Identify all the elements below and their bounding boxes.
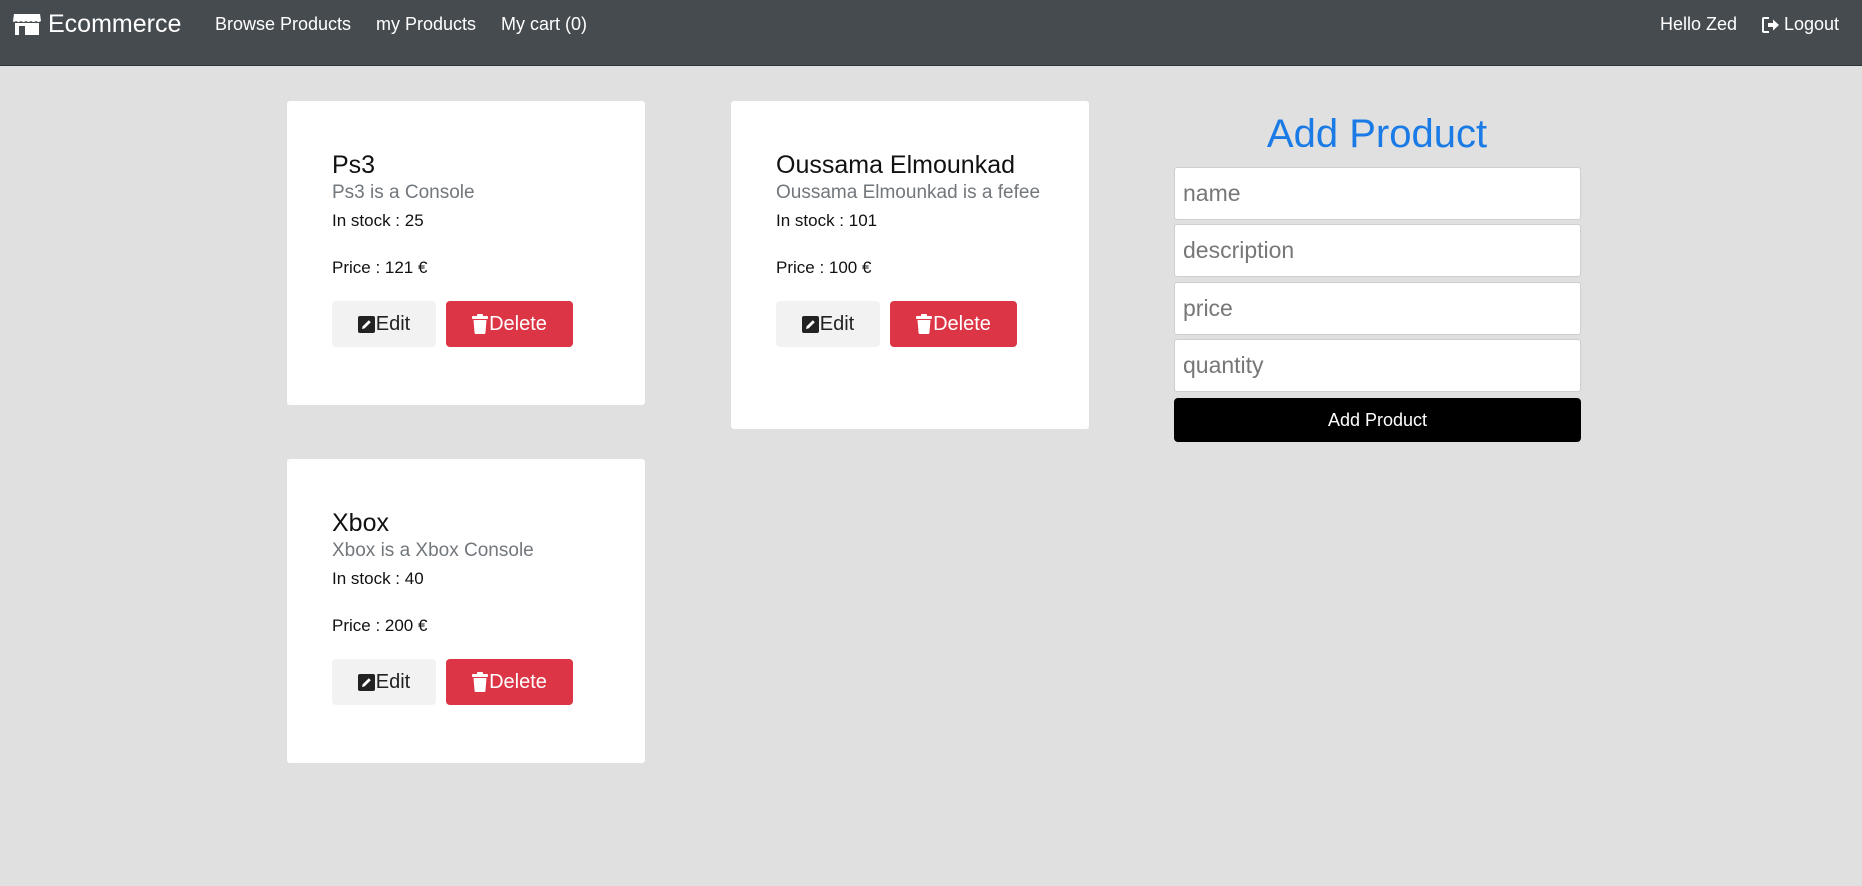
product-card: Ps3 Ps3 is a Console In stock : 25 Price… — [287, 101, 645, 405]
edit-icon — [357, 315, 376, 333]
brand-name: Ecommerce — [48, 9, 182, 38]
product-description: Ps3 is a Console — [332, 182, 475, 203]
store-icon — [12, 12, 42, 36]
nav-my-products[interactable]: my Products — [376, 14, 476, 35]
logout-link[interactable]: Logout — [1762, 14, 1839, 35]
product-card: Xbox Xbox is a Xbox Console In stock : 4… — [287, 459, 645, 763]
delete-label: Delete — [933, 312, 991, 335]
name-input[interactable] — [1174, 167, 1581, 220]
delete-button[interactable]: Delete — [446, 301, 573, 347]
product-card: Oussama Elmounkad Oussama Elmounkad is a… — [731, 101, 1089, 429]
delete-label: Delete — [489, 312, 547, 335]
user-greeting: Hello Zed — [1660, 14, 1738, 34]
product-price: Price : 200 € — [332, 616, 428, 635]
product-name: Oussama Elmounkad — [776, 151, 1016, 179]
edit-label: Edit — [819, 312, 855, 335]
delete-label: Delete — [489, 670, 547, 693]
edit-button[interactable]: Edit — [332, 301, 436, 347]
nav-browse-products[interactable]: Browse Products — [215, 14, 351, 35]
edit-icon — [357, 673, 376, 691]
product-price: Price : 100 € — [776, 258, 872, 277]
trash-icon — [472, 314, 489, 334]
sign-out-icon — [1762, 16, 1780, 33]
description-input[interactable] — [1174, 224, 1581, 277]
edit-button[interactable]: Edit — [776, 301, 880, 347]
edit-label: Edit — [375, 312, 411, 335]
product-name: Xbox — [332, 509, 389, 537]
edit-button[interactable]: Edit — [332, 659, 436, 705]
trash-icon — [916, 314, 933, 334]
logout-label: Logout — [1784, 14, 1840, 34]
product-name: Ps3 — [332, 151, 376, 179]
product-stock: In stock : 40 — [332, 569, 424, 588]
product-stock: In stock : 101 — [776, 211, 878, 230]
add-product-button[interactable]: Add Product — [1174, 398, 1581, 442]
brand-link[interactable]: Ecommerce — [12, 8, 181, 40]
product-description: Xbox is a Xbox Console — [332, 540, 534, 561]
trash-icon — [472, 672, 489, 692]
navbar: Ecommerce Browse Products my Products My… — [0, 0, 1862, 66]
delete-button[interactable]: Delete — [446, 659, 573, 705]
product-stock: In stock : 25 — [332, 211, 424, 230]
quantity-input[interactable] — [1174, 339, 1581, 392]
nav-my-cart[interactable]: My cart (0) — [501, 14, 587, 35]
edit-icon — [801, 315, 820, 333]
add-product-title: Add Product — [1266, 112, 1488, 156]
product-description: Oussama Elmounkad is a fefee — [776, 182, 1041, 203]
edit-label: Edit — [375, 670, 411, 693]
delete-button[interactable]: Delete — [890, 301, 1017, 347]
product-price: Price : 121 € — [332, 258, 428, 277]
price-input[interactable] — [1174, 282, 1581, 335]
